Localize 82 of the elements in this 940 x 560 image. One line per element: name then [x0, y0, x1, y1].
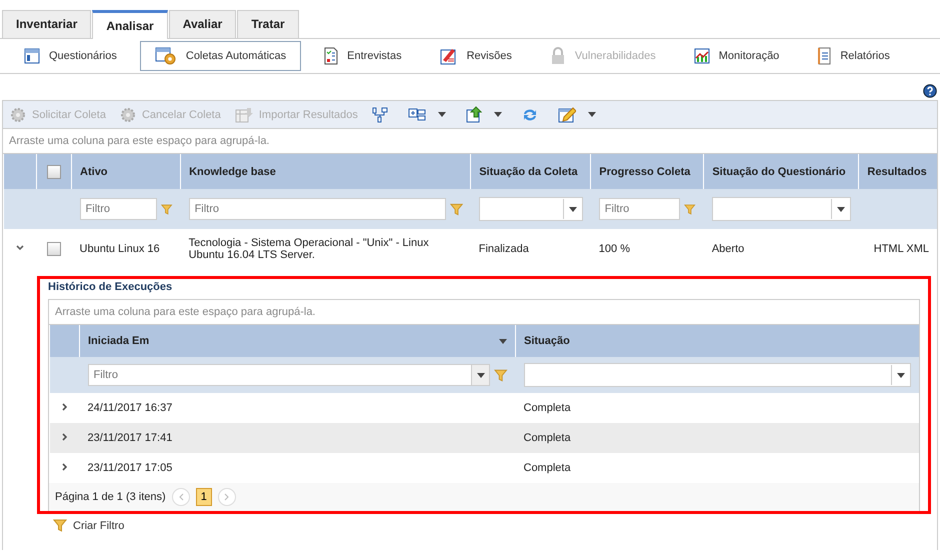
column-header[interactable]: Situação — [516, 325, 919, 357]
column-header[interactable]: Situação do Questionário — [704, 154, 859, 189]
gear-icon — [120, 106, 136, 122]
page-button[interactable]: 1 — [196, 488, 212, 506]
form-icon — [24, 48, 40, 64]
create-filter-button[interactable]: Criar Filtro — [3, 514, 124, 532]
chart-icon — [694, 48, 710, 64]
help-icon[interactable] — [923, 84, 937, 98]
chevron-right-icon — [224, 493, 230, 501]
filter-field[interactable]: Filtro — [88, 364, 471, 386]
column-menu-icon — [499, 338, 507, 344]
caret-icon — [897, 372, 905, 378]
gear-icon — [10, 106, 26, 122]
caret-icon — [476, 372, 485, 378]
edit-table-icon — [558, 106, 576, 122]
table-cell: Finalizada — [478, 243, 529, 255]
table-cell: Ubuntu Linux 16 — [80, 243, 160, 255]
table-import-icon — [234, 106, 253, 122]
filter-icon[interactable] — [161, 202, 173, 216]
lock-icon — [550, 47, 566, 65]
column-header[interactable]: Situação da Coleta — [470, 154, 591, 189]
table-cell: Completa — [516, 393, 919, 423]
collapse-icon[interactable] — [16, 244, 24, 252]
column-header[interactable]: Resultados — [858, 154, 937, 189]
document-icon — [817, 47, 832, 65]
nav-item[interactable]: Monitoração — [678, 42, 794, 70]
dropdown-caret-icon — [494, 112, 502, 117]
result-link[interactable]: HTML — [874, 243, 904, 255]
refresh-icon — [522, 106, 538, 122]
dropdown-caret-icon — [438, 112, 446, 117]
form-pencil-icon — [440, 47, 458, 65]
pager-summary: Página 1 de 1 (3 itens) — [55, 491, 166, 503]
column-header[interactable]: Ativo — [72, 154, 181, 189]
section-title: Histórico de Execuções — [48, 280, 174, 295]
next-page-button[interactable] — [218, 488, 236, 506]
tab[interactable]: Avaliar — [168, 10, 236, 38]
nav-item[interactable]: Coletas Automáticas — [140, 41, 302, 71]
hierarchy-icon — [372, 106, 388, 122]
table-cell: 100 % — [598, 243, 630, 255]
expand-icon[interactable] — [60, 403, 68, 411]
filter-icon[interactable] — [53, 519, 67, 532]
tab[interactable]: Inventariar — [2, 10, 92, 38]
table-cell: 23/11/2017 17:41 — [80, 423, 516, 453]
table-cell: Completa — [516, 453, 919, 483]
column-header[interactable]: Progresso Coleta — [590, 154, 704, 189]
checkbox[interactable] — [47, 164, 62, 178]
table-cell: Completa — [516, 423, 919, 453]
tab[interactable]: Analisar — [92, 10, 168, 39]
filter-dropdown[interactable] — [478, 197, 583, 221]
column-header[interactable]: Iniciada Em — [80, 325, 516, 357]
nav-item[interactable]: Revisões — [424, 41, 527, 71]
filter-dropdown[interactable] — [712, 197, 851, 221]
filter-field[interactable]: Filtro — [598, 198, 680, 220]
expand-icon[interactable] — [60, 433, 68, 441]
filter-field[interactable]: Filtro — [80, 198, 158, 220]
nav-item[interactable]: Relatórios — [802, 41, 905, 71]
column-header[interactable]: Knowledge base — [180, 154, 471, 189]
filter-field[interactable]: Filtro — [188, 198, 446, 220]
previous-page-button[interactable] — [172, 488, 190, 506]
table-cell: 24/11/2017 16:37 — [80, 393, 516, 423]
dropdown-caret-icon — [588, 112, 596, 117]
tab[interactable]: Tratar — [237, 10, 299, 38]
caret-icon — [836, 206, 845, 212]
filter-icon[interactable] — [684, 202, 696, 216]
nav-item[interactable]: Questionários — [9, 42, 132, 70]
export-icon — [466, 106, 482, 123]
nav-item[interactable]: Entrevistas — [309, 41, 417, 71]
filter-icon[interactable] — [450, 202, 463, 216]
expand-icon[interactable] — [60, 463, 68, 471]
table-cell: Tecnologia - Sistema Operacional - "Unix" - Linux Ubuntu 16.04 LTS Server. — [188, 237, 429, 261]
checklist-icon — [324, 47, 338, 65]
dropdown-button[interactable] — [470, 364, 490, 386]
table-cell: Aberto — [712, 243, 744, 255]
filter-dropdown[interactable] — [524, 363, 911, 387]
expand-rows-icon — [408, 108, 426, 122]
table-cell: 23/11/2017 17:05 — [80, 453, 516, 483]
caret-icon — [568, 206, 577, 212]
checkbox[interactable] — [47, 242, 62, 256]
chevron-left-icon — [178, 493, 184, 501]
form-gear-icon — [154, 47, 177, 65]
filter-icon[interactable] — [494, 368, 508, 382]
result-link[interactable]: XML — [906, 243, 929, 255]
